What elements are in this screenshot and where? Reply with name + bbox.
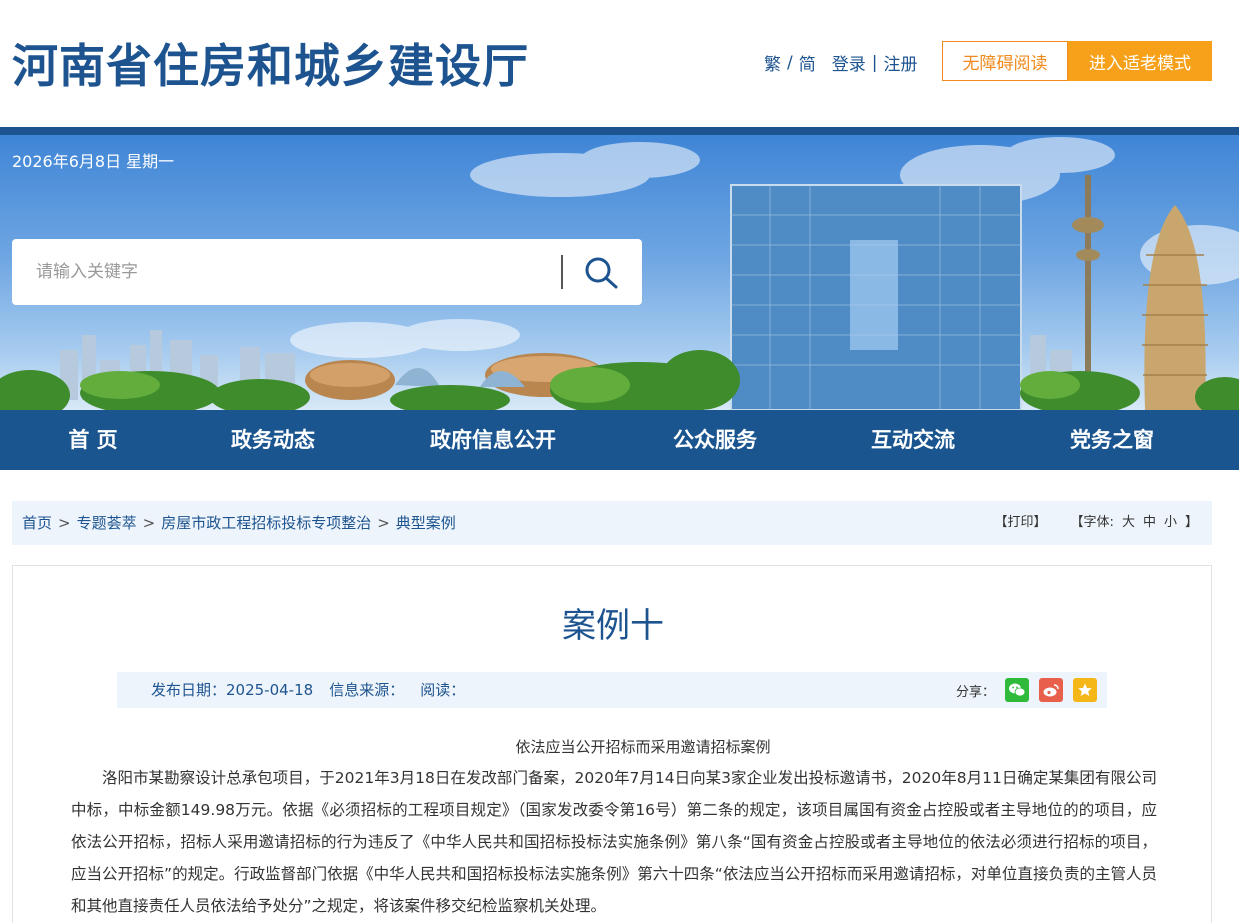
weibo-share-button[interactable]	[1039, 678, 1063, 702]
view-count: 阅读：	[420, 681, 466, 699]
traditional-chinese-link[interactable]: 繁	[764, 50, 781, 75]
register-link[interactable]: 注册	[883, 50, 917, 75]
article-container: 案例十 发布日期：2025-04-18 信息来源： 阅读： 分享： 依法应当公开…	[12, 565, 1212, 923]
breadcrumb-separator: >	[58, 514, 71, 532]
accessible-reading-button[interactable]: 无障碍阅读	[942, 41, 1068, 81]
nav-item-information-disclosure[interactable]: 政府信息公开	[408, 410, 578, 470]
share-bar: 分享：	[956, 678, 1097, 702]
nav-item-public-services[interactable]: 公众服务	[650, 410, 780, 470]
share-label: 分享：	[955, 684, 995, 700]
lang-separator: /	[787, 52, 793, 73]
wechat-icon	[1009, 683, 1026, 697]
breadcrumb-home[interactable]: 首页	[22, 501, 52, 545]
breadcrumb-separator: >	[142, 514, 156, 532]
nav-item-home[interactable]: 首 页	[28, 410, 158, 470]
breadcrumb-separator: >	[377, 514, 390, 532]
publish-date: 发布日期：2025-04-18	[151, 681, 314, 699]
font-medium-link[interactable]: 中	[1143, 501, 1156, 545]
nav-item-interaction[interactable]: 互动交流	[848, 410, 978, 470]
breadcrumb: 首页 > 专题荟萃 > 房屋市政工程招标投标专项整治 > 典型案例	[22, 501, 456, 545]
site-header: 河南省住房和城乡建设厅 繁 / 简 登录 | 注册 无障碍阅读 进入适老模式	[0, 0, 1239, 127]
login-link[interactable]: 登录	[832, 50, 866, 75]
banner: 2026年6月8日 星期一	[0, 135, 1239, 410]
search-button[interactable]	[582, 255, 622, 291]
wechat-share-button[interactable]	[1005, 678, 1029, 702]
banner-top-bar	[0, 127, 1239, 135]
nav-item-party-affairs[interactable]: 党务之窗	[1047, 410, 1177, 470]
favorite-share-button[interactable]	[1073, 678, 1097, 702]
font-size-close: 】	[1184, 515, 1198, 530]
simplified-chinese-link[interactable]: 简	[799, 50, 816, 75]
font-size-label: 【字体:	[1070, 515, 1114, 530]
info-source: 信息来源：	[329, 681, 405, 699]
breadcrumb-bidding-rectification[interactable]: 房屋市政工程招标投标专项整治	[161, 501, 371, 545]
breadcrumb-special-topics[interactable]: 专题荟萃	[77, 501, 137, 545]
nav-item-government-news[interactable]: 政务动态	[208, 410, 338, 470]
article-body-paragraph: 洛阳市某勘察设计总承包项目，于2021年3月18日在发改部门备案，2020年7月…	[71, 769, 1157, 915]
article-meta-bar: 发布日期：2025-04-18 信息来源： 阅读： 分享：	[117, 672, 1107, 708]
article-subheading: 依法应当公开招标而采用邀请招标案例	[515, 738, 771, 756]
top-links: 繁 / 简 登录 | 注册	[764, 50, 917, 76]
search-box	[12, 239, 642, 305]
article-title: 案例十	[562, 606, 664, 646]
search-divider	[561, 255, 563, 289]
article-meta: 发布日期：2025-04-18 信息来源： 阅读：	[151, 672, 465, 708]
current-date: 2026年6月8日 星期一	[12, 152, 175, 171]
search-input[interactable]	[36, 239, 556, 305]
auth-separator: |	[871, 52, 878, 73]
main-nav: 首 页 政务动态 政府信息公开 公众服务 互动交流 党务之窗	[0, 410, 1239, 470]
print-link[interactable]: 【打印】	[995, 501, 1047, 545]
breadcrumb-typical-cases[interactable]: 典型案例	[396, 501, 456, 545]
site-title[interactable]: 河南省住房和城乡建设厅	[12, 30, 529, 96]
font-large-link[interactable]: 大	[1122, 501, 1135, 545]
breadcrumb-bar: 首页 > 专题荟萃 > 房屋市政工程招标投标专项整治 > 典型案例 【打印】 【…	[12, 501, 1212, 545]
elder-mode-button[interactable]: 进入适老模式	[1068, 41, 1212, 81]
weibo-icon	[1043, 684, 1059, 697]
font-small-link[interactable]: 小	[1164, 501, 1177, 545]
star-icon	[1078, 683, 1092, 696]
page-tools: 【打印】 【字体: 大 中 小 】	[995, 501, 1198, 545]
search-icon	[585, 257, 618, 289]
